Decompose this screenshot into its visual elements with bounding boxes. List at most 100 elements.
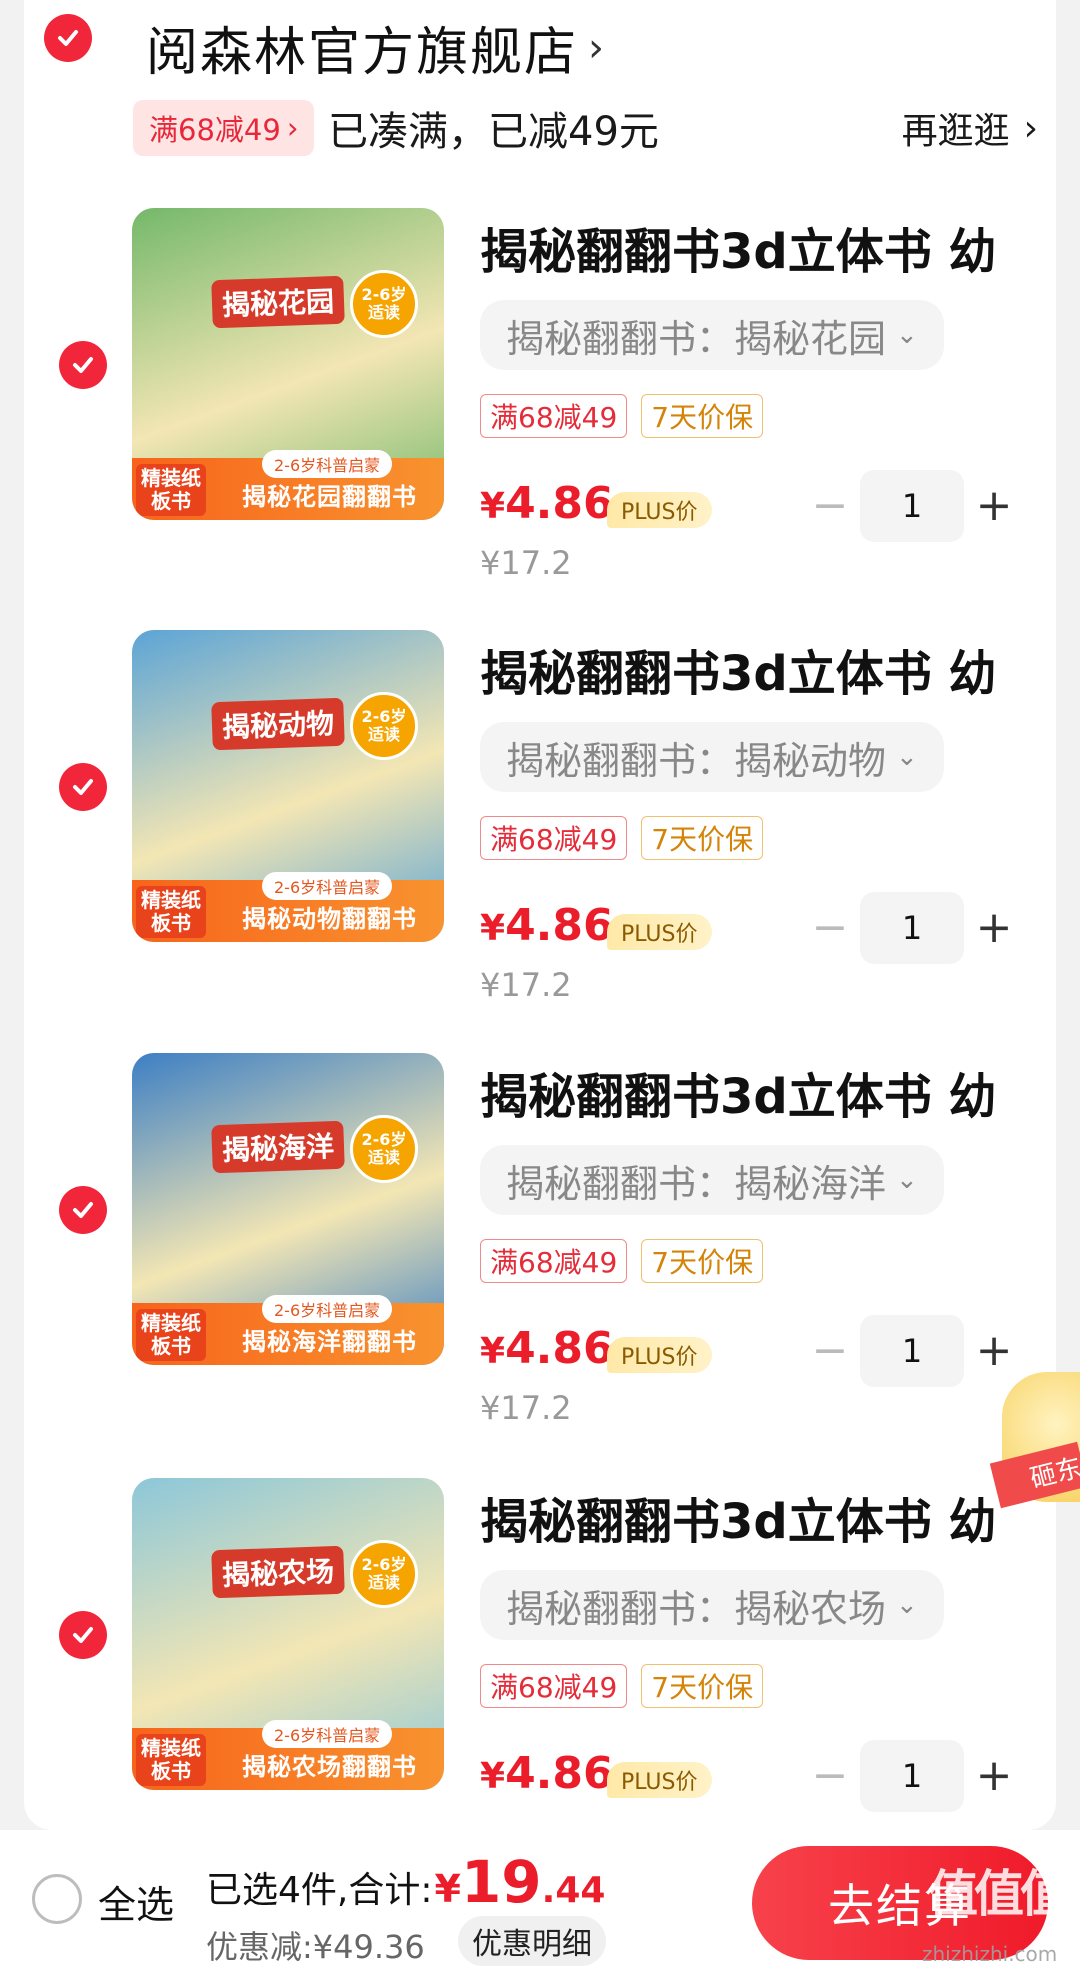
- total-decimal: .44: [541, 1870, 606, 1911]
- browse-more-link[interactable]: 再逛逛 ›: [902, 100, 1038, 156]
- promo-tag-button[interactable]: 满68减49 ›: [133, 100, 315, 156]
- variant-selector[interactable]: 揭秘翻翻书：揭秘动物 ⌄: [480, 722, 944, 792]
- checkout-bar: 全选 已选4件,合计: ¥ 19 .44 优惠减:¥49.36 优惠明细 去结算…: [0, 1830, 1080, 1976]
- item-checkbox-checked-icon[interactable]: [59, 341, 107, 389]
- select-all-label[interactable]: 全选: [98, 1874, 174, 1929]
- discount-tag: 满68减49: [480, 1664, 628, 1708]
- chevron-down-icon: ⌄: [896, 742, 918, 772]
- cover-age-sub: 适读: [367, 1573, 400, 1592]
- cover-age-badge: 2-6岁 适读: [350, 1540, 418, 1608]
- cover-book-title: 揭秘动物: [211, 697, 345, 751]
- decrease-button[interactable]: −: [800, 1740, 860, 1812]
- chevron-down-icon: ⌄: [896, 1165, 918, 1195]
- quantity-stepper: − 1 +: [800, 892, 1024, 964]
- decrease-button[interactable]: −: [800, 1315, 860, 1387]
- item-checkbox-checked-icon[interactable]: [59, 1186, 107, 1234]
- cover-age-band: 2-6岁科普启蒙: [262, 1720, 393, 1748]
- discount-detail-button[interactable]: 优惠明细: [458, 1916, 606, 1966]
- cover-age: 2-6岁: [361, 1555, 407, 1575]
- watermark-logo: 值值值: [928, 1865, 1070, 1923]
- chevron-right-icon: ›: [286, 111, 299, 145]
- cover-age-sub: 适读: [367, 1148, 400, 1167]
- increase-button[interactable]: +: [964, 1315, 1024, 1387]
- watermark-url: zhizhizhi.com: [922, 1942, 1058, 1966]
- cover-age-band: 2-6岁科普启蒙: [262, 872, 393, 900]
- product-title[interactable]: 揭秘翻翻书3d立体书 幼: [480, 212, 1055, 282]
- variant-label: 揭秘翻翻书：揭秘农场: [506, 1586, 887, 1631]
- quantity-value[interactable]: 1: [860, 470, 964, 542]
- product-title[interactable]: 揭秘翻翻书3d立体书 幼: [480, 1057, 1055, 1127]
- variant-label: 揭秘翻翻书：揭秘海洋: [506, 1161, 887, 1206]
- cover-hardcover-label: 精装纸板书: [136, 886, 206, 938]
- price-value: 4.86: [505, 478, 614, 529]
- chevron-down-icon: ⌄: [896, 1590, 918, 1620]
- chevron-right-icon: ›: [1023, 107, 1038, 149]
- product-image[interactable]: 揭秘动物 2-6岁 适读 2-6岁科普启蒙 精装纸板书 揭秘动物翻翻书: [132, 630, 444, 942]
- total-currency: ¥: [434, 1867, 461, 1911]
- discount-tag: 满68减49: [480, 816, 628, 860]
- cart-item: 揭秘花园 2-6岁 适读 2-6岁科普启蒙 精装纸板书 揭秘花园翻翻书 揭秘翻翻…: [0, 208, 1080, 633]
- variant-selector[interactable]: 揭秘翻翻书：揭秘海洋 ⌄: [480, 1145, 944, 1215]
- shop-name-link[interactable]: 阅森林官方旗舰店 ›: [146, 10, 606, 85]
- increase-button[interactable]: +: [964, 470, 1024, 542]
- price-guarantee-tag: 7天价保: [641, 816, 764, 860]
- chevron-right-icon: ›: [588, 24, 607, 71]
- decrease-button[interactable]: −: [800, 892, 860, 964]
- quantity-value[interactable]: 1: [860, 1740, 964, 1812]
- plus-price-badge: PLUS价: [607, 1337, 712, 1373]
- item-price: ¥ 4.86: [480, 1323, 614, 1374]
- selected-count: 已选4件,合计:: [206, 1870, 433, 1911]
- discount-tag: 满68减49: [480, 1239, 628, 1283]
- item-price: ¥ 4.86: [480, 900, 614, 951]
- original-price: ¥17.2: [480, 1389, 572, 1427]
- cart-item: 揭秘海洋 2-6岁 适读 2-6岁科普启蒙 精装纸板书 揭秘海洋翻翻书 揭秘翻翻…: [0, 1053, 1080, 1478]
- item-price: ¥ 4.86: [480, 1748, 614, 1799]
- cover-band-label: 揭秘农场翻翻书: [242, 1753, 417, 1781]
- discount-amount: 优惠减:¥49.36: [206, 1928, 425, 1966]
- product-tags: 满68减49 7天价保: [480, 394, 764, 438]
- variant-label: 揭秘翻翻书：揭秘花园: [506, 316, 887, 361]
- price-value: 4.86: [505, 900, 614, 951]
- product-tags: 满68减49 7天价保: [480, 816, 764, 860]
- cover-age: 2-6岁: [361, 707, 407, 727]
- quantity-stepper: − 1 +: [800, 1740, 1024, 1812]
- shop-name: 阅森林官方旗舰店: [146, 23, 579, 83]
- cover-age-band: 2-6岁科普启蒙: [262, 1295, 393, 1323]
- price-guarantee-tag: 7天价保: [641, 1664, 764, 1708]
- product-tags: 满68减49 7天价保: [480, 1664, 764, 1708]
- price-currency: ¥: [480, 908, 506, 949]
- original-price: ¥17.2: [480, 544, 572, 582]
- item-checkbox-checked-icon[interactable]: [59, 763, 107, 811]
- cover-age-sub: 适读: [367, 725, 400, 744]
- price-currency: ¥: [480, 486, 506, 527]
- product-image[interactable]: 揭秘海洋 2-6岁 适读 2-6岁科普启蒙 精装纸板书 揭秘海洋翻翻书: [132, 1053, 444, 1365]
- decrease-button[interactable]: −: [800, 470, 860, 542]
- cover-age-sub: 适读: [367, 303, 400, 322]
- discount-tag: 满68减49: [480, 394, 628, 438]
- price-value: 4.86: [505, 1748, 614, 1799]
- price-guarantee-tag: 7天价保: [641, 1239, 764, 1283]
- cover-book-title: 揭秘农场: [211, 1545, 345, 1599]
- shop-checkbox-checked-icon[interactable]: [44, 14, 92, 62]
- promo-status: 已凑满，已减49元: [328, 109, 659, 155]
- plus-price-badge: PLUS价: [607, 1762, 712, 1798]
- chevron-down-icon: ⌄: [896, 320, 918, 350]
- increase-button[interactable]: +: [964, 1740, 1024, 1812]
- price-guarantee-tag: 7天价保: [641, 394, 764, 438]
- variant-selector[interactable]: 揭秘翻翻书：揭秘花园 ⌄: [480, 300, 944, 370]
- product-title[interactable]: 揭秘翻翻书3d立体书 幼: [480, 1482, 1055, 1552]
- product-title[interactable]: 揭秘翻翻书3d立体书 幼: [480, 634, 1055, 704]
- product-image[interactable]: 揭秘花园 2-6岁 适读 2-6岁科普启蒙 精装纸板书 揭秘花园翻翻书: [132, 208, 444, 520]
- variant-selector[interactable]: 揭秘翻翻书：揭秘农场 ⌄: [480, 1570, 944, 1640]
- quantity-value[interactable]: 1: [860, 1315, 964, 1387]
- increase-button[interactable]: +: [964, 892, 1024, 964]
- promo-tag-label: 满68减49: [149, 113, 281, 147]
- select-all-checkbox[interactable]: [32, 1874, 82, 1924]
- product-tags: 满68减49 7天价保: [480, 1239, 764, 1283]
- product-image[interactable]: 揭秘农场 2-6岁 适读 2-6岁科普启蒙 精装纸板书 揭秘农场翻翻书: [132, 1478, 444, 1790]
- quantity-stepper: − 1 +: [800, 470, 1024, 542]
- total-integer: 19: [460, 1848, 542, 1916]
- quantity-value[interactable]: 1: [860, 892, 964, 964]
- item-checkbox-checked-icon[interactable]: [59, 1611, 107, 1659]
- browse-label: 再逛逛: [901, 111, 1010, 152]
